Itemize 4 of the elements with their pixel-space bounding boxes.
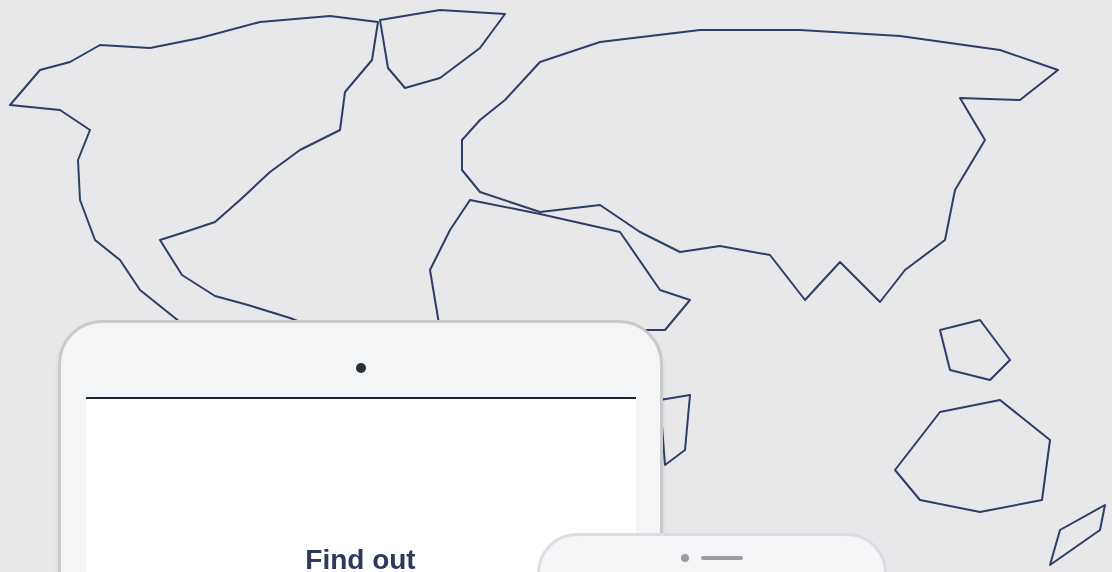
camera-icon xyxy=(681,554,689,562)
speaker-icon xyxy=(701,556,743,560)
camera-icon xyxy=(355,363,366,373)
heading: Find out xyxy=(305,543,416,572)
